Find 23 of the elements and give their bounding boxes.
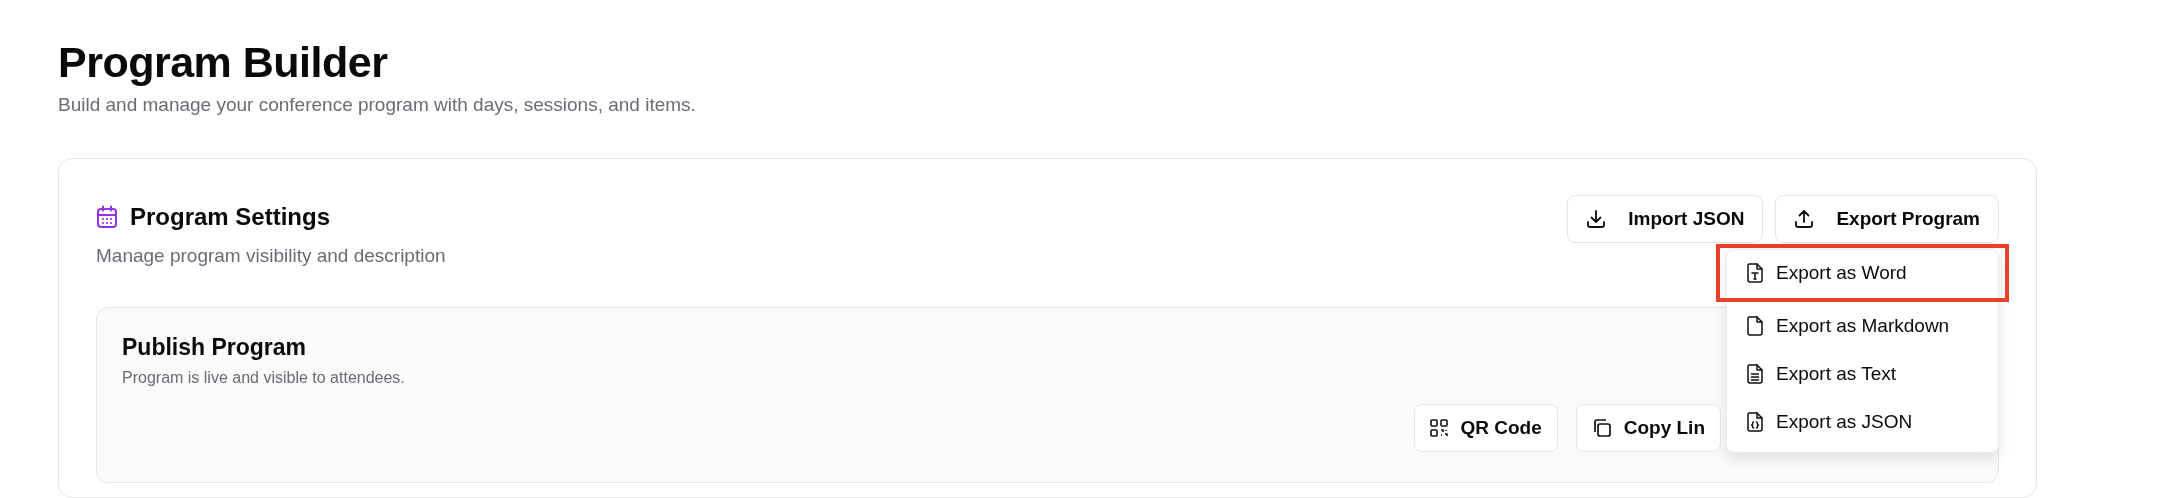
download-icon	[1586, 209, 1607, 229]
calendar-icon	[96, 205, 118, 229]
copy-icon	[1591, 418, 1612, 438]
qr-code-icon	[1430, 419, 1449, 437]
qr-code-button[interactable]: QR Code	[1414, 404, 1558, 452]
upload-icon	[1794, 209, 1815, 229]
menu-item[interactable]: Export as Markdown	[1727, 302, 1998, 350]
copy-link-button[interactable]: Copy Lin	[1575, 404, 1721, 452]
card-title: Program Settings	[130, 203, 331, 231]
menu-item[interactable]: Export as Text	[1727, 350, 1998, 398]
menu-item[interactable]: Export as Word	[1716, 244, 2009, 302]
page-title: Program Builder	[58, 38, 389, 86]
menu-item[interactable]: Export as JSON	[1727, 398, 1998, 446]
file-icon	[1747, 364, 1763, 384]
page-subtitle: Build and manage your conference program with days, sessions, and items.	[58, 94, 697, 116]
file-icon	[1747, 263, 1763, 283]
file-icon	[1747, 316, 1763, 336]
publish-title: Publish Program	[122, 334, 307, 361]
card-description: Manage program visibility and description	[96, 245, 446, 267]
file-icon	[1747, 412, 1763, 432]
import-button[interactable]: Import JSON	[1567, 195, 1764, 243]
export-button[interactable]: Export Program	[1775, 195, 1999, 243]
publish-status: Program is live and visible to attendees.	[122, 369, 405, 387]
